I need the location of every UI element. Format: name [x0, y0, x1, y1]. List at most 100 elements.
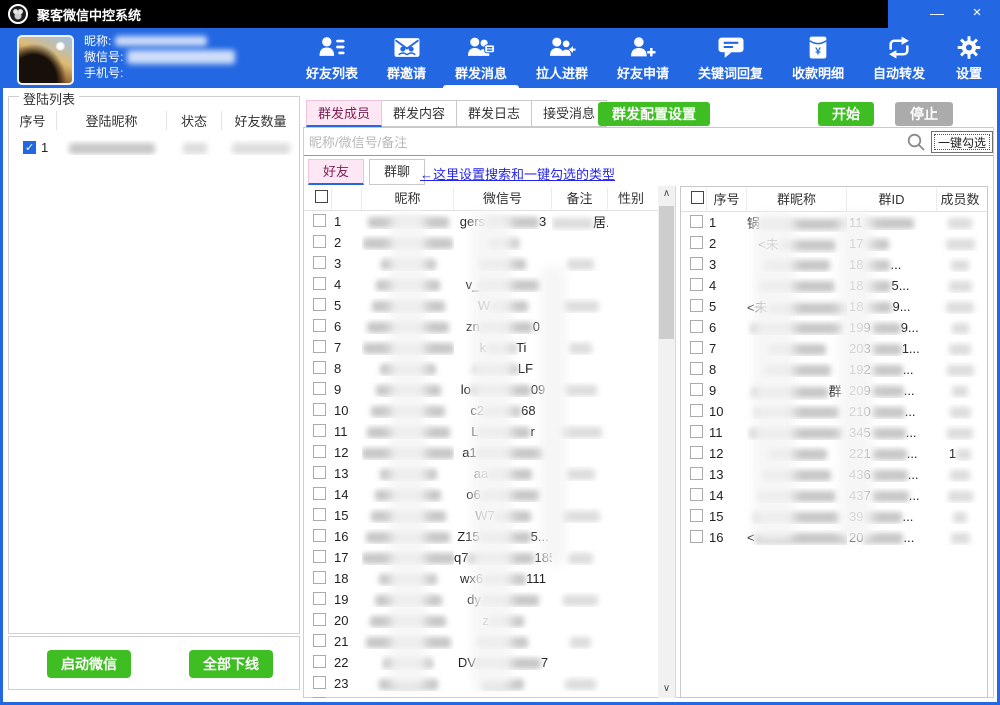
type-tab-1[interactable]: 好友	[308, 159, 364, 185]
row-checkbox[interactable]	[313, 634, 326, 647]
table-row[interactable]: 13436...	[681, 464, 987, 485]
table-row[interactable]: 5W	[304, 295, 675, 316]
row-checkbox[interactable]	[313, 214, 326, 227]
toolbar-item-pull-into-group[interactable]: 拉人进群	[530, 28, 594, 88]
start-button[interactable]: 开始	[818, 102, 874, 126]
table-row[interactable]: 9lo09	[304, 379, 675, 400]
row-checkbox[interactable]	[690, 404, 703, 417]
select-all-checkbox[interactable]	[691, 191, 704, 204]
row-checkbox[interactable]	[313, 676, 326, 689]
row-checkbox[interactable]	[690, 299, 703, 312]
row-checkbox[interactable]	[313, 508, 326, 521]
start-wechat-button[interactable]: 启动微信	[47, 650, 131, 678]
table-row[interactable]: 12a1	[304, 442, 675, 463]
table-row[interactable]: 16<20...	[681, 527, 987, 548]
table-row[interactable]: 11Lr	[304, 421, 675, 442]
scroll-down-icon[interactable]: ∨	[658, 681, 675, 698]
table-row[interactable]: 13aa	[304, 463, 675, 484]
row-checkbox[interactable]	[313, 256, 326, 269]
row-checkbox[interactable]	[313, 319, 326, 332]
tab-2[interactable]: 群发内容	[382, 100, 457, 127]
close-button[interactable]: ×	[962, 0, 992, 28]
table-row[interactable]: 4185...	[681, 275, 987, 296]
row-checkbox[interactable]	[313, 424, 326, 437]
table-row[interactable]: 1锅11	[681, 212, 987, 233]
table-row[interactable]: 10c268	[304, 400, 675, 421]
toolbar-item-auto-forward[interactable]: 自动转发	[867, 28, 931, 88]
row-checkbox[interactable]	[690, 236, 703, 249]
scroll-up-icon[interactable]: ∧	[658, 186, 675, 203]
table-row[interactable]: 24	[304, 694, 675, 698]
table-row[interactable]: 4v_	[304, 274, 675, 295]
minimize-button[interactable]: —	[922, 0, 952, 28]
tab-4[interactable]: 接受消息	[532, 100, 607, 127]
row-checkbox[interactable]	[313, 529, 326, 542]
toolbar-item-group-invite[interactable]: 群邀请	[381, 28, 432, 88]
type-tab-2[interactable]: 群聊	[369, 159, 425, 185]
row-checkbox[interactable]	[313, 655, 326, 668]
row-checkbox[interactable]	[690, 278, 703, 291]
toolbar-item-keyword-reply[interactable]: 关键词回复	[692, 28, 769, 88]
toolbar-item-mass-message[interactable]: 群发消息	[449, 28, 513, 88]
table-row[interactable]: 8LF	[304, 358, 675, 379]
table-row[interactable]: 20z	[304, 610, 675, 631]
row-checkbox[interactable]	[313, 340, 326, 353]
table-row[interactable]: 9群209...	[681, 380, 987, 401]
toolbar-item-friend-request[interactable]: 好友申请	[611, 28, 675, 88]
table-row[interactable]: 5<未189...	[681, 296, 987, 317]
row-checkbox[interactable]	[313, 487, 326, 500]
table-row[interactable]: 15W7	[304, 505, 675, 526]
table-row[interactable]: 1gers3居...	[304, 211, 675, 232]
table-row[interactable]: 14437...	[681, 485, 987, 506]
search-input[interactable]	[309, 130, 884, 154]
row-checkbox[interactable]	[313, 550, 326, 563]
table-row[interactable]: 8192...	[681, 359, 987, 380]
row-checkbox[interactable]	[313, 277, 326, 290]
row-checkbox[interactable]	[690, 488, 703, 501]
select-all-checkbox[interactable]	[315, 190, 328, 203]
row-checkbox[interactable]	[690, 425, 703, 438]
row-checkbox[interactable]	[690, 320, 703, 333]
table-row[interactable]: 318...	[681, 254, 987, 275]
row-checkbox[interactable]	[690, 467, 703, 480]
scrollbar-thumb[interactable]	[659, 206, 674, 339]
toolbar-item-settings[interactable]: 设置	[948, 28, 990, 88]
row-checkbox[interactable]	[23, 141, 36, 154]
table-row[interactable]: 6zn0	[304, 316, 675, 337]
toolbar-item-friends-list[interactable]: 好友列表	[300, 28, 364, 88]
toolbar-item-payment-detail[interactable]: ¥收款明细	[786, 28, 850, 88]
tab-3[interactable]: 群发日志	[457, 100, 532, 127]
table-row[interactable]: 14o6	[304, 484, 675, 505]
row-checkbox[interactable]	[690, 257, 703, 270]
table-row[interactable]: 23	[304, 673, 675, 694]
row-checkbox[interactable]	[313, 361, 326, 374]
row-checkbox[interactable]	[313, 403, 326, 416]
row-checkbox[interactable]	[313, 592, 326, 605]
table-row[interactable]: 7kTi	[304, 337, 675, 358]
tab-1[interactable]: 群发成员	[306, 100, 382, 127]
row-checkbox[interactable]	[313, 235, 326, 248]
row-checkbox[interactable]	[313, 697, 326, 699]
login-row[interactable]: 1	[9, 135, 299, 159]
table-row[interactable]: 11345...	[681, 422, 987, 443]
row-checkbox[interactable]	[690, 446, 703, 459]
row-checkbox[interactable]	[690, 383, 703, 396]
friends-scrollbar[interactable]: ∧ ∨	[658, 186, 675, 698]
table-row[interactable]: 2<未17	[681, 233, 987, 254]
row-checkbox[interactable]	[313, 445, 326, 458]
table-row[interactable]: 61999...	[681, 317, 987, 338]
row-checkbox[interactable]	[690, 215, 703, 228]
table-row[interactable]: 16Z155...	[304, 526, 675, 547]
table-row[interactable]: 12221...1	[681, 443, 987, 464]
mass-send-config-button[interactable]: 群发配置设置	[598, 102, 710, 126]
row-checkbox[interactable]	[690, 362, 703, 375]
table-row[interactable]: 1539...	[681, 506, 987, 527]
table-row[interactable]: 22DV7	[304, 652, 675, 673]
table-row[interactable]: 72031...	[681, 338, 987, 359]
row-checkbox[interactable]	[313, 466, 326, 479]
table-row[interactable]: 17q7185	[304, 547, 675, 568]
table-row[interactable]: 19dy	[304, 589, 675, 610]
table-row[interactable]: 18wx6111	[304, 568, 675, 589]
table-row[interactable]: 10210...	[681, 401, 987, 422]
row-checkbox[interactable]	[690, 341, 703, 354]
